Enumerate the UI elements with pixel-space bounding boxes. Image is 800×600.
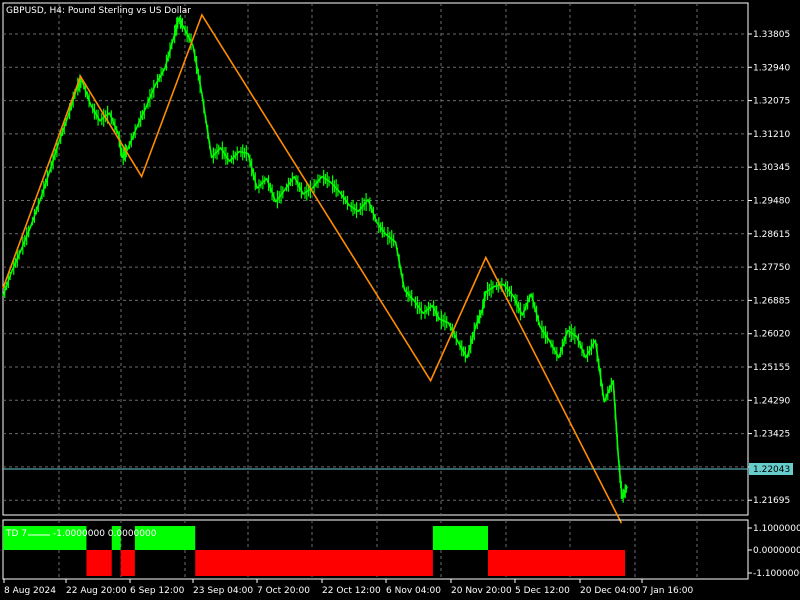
indicator-tick-label: 1.1000000	[753, 524, 800, 534]
price-axis: 1.33805 1.32940 1.32075 1.31210 1.30345 1.294…	[748, 30, 790, 506]
time-tick-label: 23 Sep 04:00	[193, 586, 253, 596]
series-gbpusd	[2, 18, 629, 499]
price-tick-label: 1.32075	[753, 97, 790, 107]
price-tick-label: 1.29480	[753, 197, 790, 207]
time-tick-label: 22 Oct 12:00	[322, 586, 381, 596]
indicator-tick-label: -1.1000000	[753, 569, 800, 579]
indicator-bar-negative	[195, 550, 433, 576]
indicator-bar-positive	[432, 526, 488, 550]
svg-text:TD 7: TD 7	[5, 529, 27, 539]
price-tick-label: 1.21695	[753, 496, 790, 506]
time-tick-label: 20 Dec 04:00	[580, 586, 641, 596]
indicator-bar-negative	[120, 550, 135, 576]
price-tick-label: 1.30345	[753, 163, 790, 173]
time-tick-label: 20 Nov 20:00	[451, 586, 512, 596]
price-tick-label: 1.32940	[753, 63, 790, 73]
price-tick-label: 1.23425	[753, 430, 790, 440]
indicator-bar-negative	[487, 550, 626, 576]
time-tick-label: 8 Aug 2024	[4, 586, 56, 596]
time-tick-label: 7 Oct 20:00	[257, 586, 310, 596]
time-tick-label: 6 Nov 04:00	[386, 586, 441, 596]
indicator-tick-label: 0.0000000	[753, 546, 800, 556]
main-chart-frame	[2, 2, 749, 516]
time-tick-label: 5 Dec 12:00	[515, 586, 570, 596]
price-tick-label: 1.26020	[753, 330, 790, 340]
chart-title: GBPUSD, H4: Pound Sterling vs US Dollar	[6, 6, 191, 16]
time-tick-label: 6 Sep 12:00	[130, 586, 185, 596]
price-tick-label: 1.25155	[753, 363, 790, 373]
time-axis: 8 Aug 2024 22 Aug 20:00 6 Sep 12:00 23 Sep …	[3, 579, 694, 596]
price-tick-label: 1.33805	[753, 30, 790, 40]
time-tick-label: 7 Jan 16:00	[642, 586, 694, 596]
price-tick-label: 1.31210	[753, 130, 790, 140]
indicator-axis: 1.1000000 0.0000000 -1.1000000	[748, 524, 800, 579]
price-tick-label: 1.28615	[753, 230, 790, 240]
time-tick-label: 22 Aug 20:00	[66, 586, 127, 596]
price-series	[2, 14, 629, 503]
price-tick-label: 1.27750	[753, 263, 790, 273]
indicator-bar-negative	[86, 550, 112, 576]
price-tick-label: 1.24290	[753, 396, 790, 406]
svg-text:1.22043: 1.22043	[753, 465, 790, 475]
current-price-tag: 1.22043	[749, 463, 793, 475]
price-tick-label: 1.26885	[753, 296, 790, 306]
chart-canvas[interactable]: GBPUSD, H4: Pound Sterling vs US Dollar …	[0, 0, 800, 600]
svg-text:-1.0000000 0.0000000: -1.0000000 0.0000000	[53, 529, 157, 539]
main-grid	[3, 3, 748, 515]
